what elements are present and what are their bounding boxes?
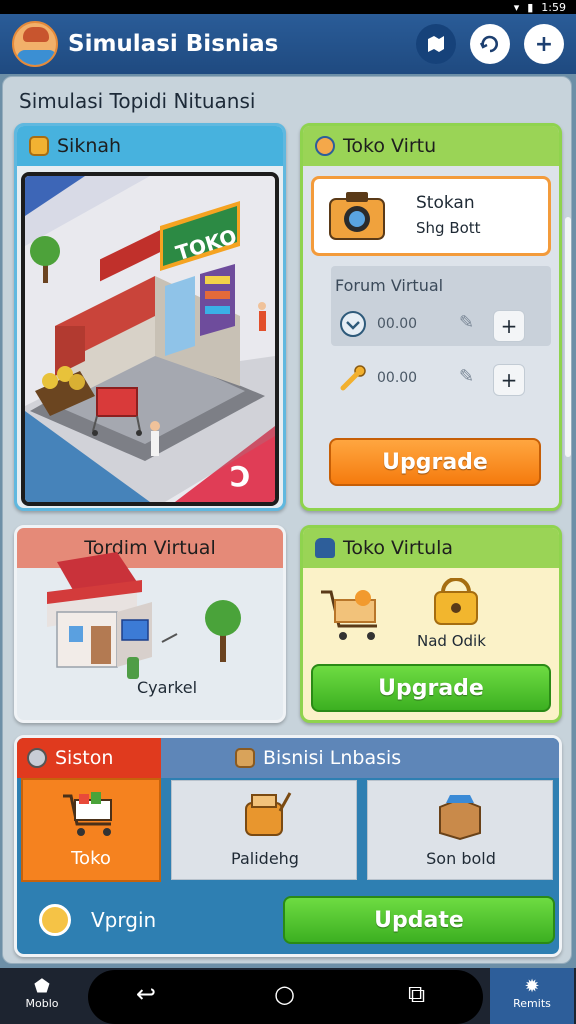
card-toko-virtula[interactable]: Toko Virtula Nad Odik Upgrade xyxy=(300,525,562,723)
shop-illustration xyxy=(47,552,241,679)
card-siknah[interactable]: Siknah TOKO Ↄ xyxy=(14,123,286,511)
svg-text:Ↄ: Ↄ xyxy=(230,460,251,493)
store-scene-illustration: TOKO Ↄ xyxy=(21,172,279,506)
featured-item-line1: Stokan xyxy=(416,193,475,213)
status-bar: ▾ ▮ 1:59 xyxy=(0,0,576,14)
forum-subtitle: Forum Virtual xyxy=(335,276,444,295)
add-button[interactable]: + xyxy=(524,24,564,64)
main-content: Simulasi Topidi Nituansi Siknah TOKO Ↄ T… xyxy=(0,74,576,968)
tile-palidehg-label: Palidehg xyxy=(231,849,299,868)
avatar-icon xyxy=(315,136,335,156)
plus-icon: + xyxy=(534,31,554,57)
pencil-icon: ✎ xyxy=(459,366,475,387)
card-toko-virtula-caption: Nad Odik xyxy=(417,632,486,650)
key-icon xyxy=(340,365,366,391)
nav-home[interactable]: ⬟ Moblo xyxy=(0,968,84,1024)
stat-row-2-plus-button[interactable]: + xyxy=(493,364,525,396)
card-tordim-virtual[interactable]: Tordim Virtual Cyarkel xyxy=(14,525,286,723)
section-title: Simulasi Topidi Nituansi xyxy=(19,89,256,113)
status-time: 1:59 xyxy=(541,0,566,14)
stat-row-1-plus-button[interactable]: + xyxy=(493,310,525,342)
card-siknah-title: Siknah xyxy=(57,135,122,157)
card-toko-virtula-title: Toko Virtula xyxy=(343,537,454,559)
upgrade-button-toko-virtu[interactable]: Upgrade xyxy=(329,438,541,486)
card-siknah-header: Siknah xyxy=(17,126,283,166)
footer-label: Vprgin xyxy=(91,908,157,932)
tile-palidehg[interactable]: Palidehg xyxy=(171,780,357,880)
card-tordim-caption: Cyarkel xyxy=(137,678,198,697)
app-bar: Simulasi Bisnias + xyxy=(0,14,576,74)
featured-item-line2: Shg Bott xyxy=(416,219,481,237)
home-circle-icon[interactable]: ○ xyxy=(274,980,295,1008)
refresh-button[interactable] xyxy=(470,24,510,64)
tile-toko[interactable]: Toko xyxy=(21,778,161,882)
timer-icon xyxy=(39,904,71,936)
card-bisnis: Siston Bisnisi Lnbasis Toko Palidehg Son… xyxy=(14,735,562,957)
bag-icon xyxy=(245,792,292,836)
card-toko-virtu-header: Toko Virtu xyxy=(303,126,559,166)
tile-son-bold[interactable]: Son bold xyxy=(367,780,553,880)
card-toko-virtula-header: Toko Virtula xyxy=(303,528,559,568)
nav-home-label: Moblo xyxy=(25,997,59,1010)
featured-item-box[interactable]: Stokan Shg Bott xyxy=(311,176,551,256)
app-title: Simulasi Bisnias xyxy=(68,31,279,57)
tile-toko-label: Toko xyxy=(71,848,111,869)
refresh-icon xyxy=(479,35,498,53)
pencil-icon: ✎ xyxy=(459,312,475,333)
back-icon[interactable]: ↩ xyxy=(136,980,156,1008)
tile-son-bold-label: Son bold xyxy=(426,849,496,868)
map-button[interactable] xyxy=(416,24,456,64)
app-logo xyxy=(12,21,58,67)
user-icon xyxy=(27,748,47,768)
nav-bar: ⬟ Moblo ↩ ○ ⧉ ✹ Remits xyxy=(0,968,576,1024)
coin-icon xyxy=(29,136,49,156)
camera-icon xyxy=(329,192,385,240)
box-icon xyxy=(235,748,255,768)
tab-siston[interactable]: Siston xyxy=(17,738,161,778)
settings-icon: ✹ xyxy=(524,976,540,997)
package-icon xyxy=(439,795,481,841)
recents-icon[interactable]: ⧉ xyxy=(408,980,425,1008)
lock-icon xyxy=(434,578,478,625)
stat-row-2-value: 00.00 xyxy=(377,370,418,386)
nav-remits-label: Remits xyxy=(513,997,551,1010)
card-toko-virtu[interactable]: Toko Virtu Stokan Shg Bott Forum Virtual… xyxy=(300,123,562,511)
update-button[interactable]: Update xyxy=(283,896,555,944)
content-frame: Simulasi Topidi Nituansi Siknah TOKO Ↄ T… xyxy=(2,76,572,964)
scrollbar[interactable] xyxy=(565,217,571,457)
system-nav-pill: ↩ ○ ⧉ xyxy=(88,970,483,1024)
tab-siston-label: Siston xyxy=(55,747,114,769)
cart-icon xyxy=(321,590,377,640)
home-icon: ⬟ xyxy=(34,976,50,997)
bottle-icon xyxy=(315,538,335,558)
card-toko-virtu-title: Toko Virtu xyxy=(343,135,437,157)
shopping-cart-icon xyxy=(63,792,112,836)
check-icon xyxy=(340,311,366,337)
bisnis-header: Siston Bisnisi Lnbasis xyxy=(17,738,559,778)
wifi-icon: ▾ xyxy=(513,0,520,14)
battery-icon: ▮ xyxy=(527,0,534,14)
upgrade-button-toko-virtula[interactable]: Upgrade xyxy=(311,664,551,712)
bisnis-footer: Vprgin Update xyxy=(21,892,555,948)
nav-remits[interactable]: ✹ Remits xyxy=(490,968,574,1024)
stat-row-1-value: 00.00 xyxy=(377,316,418,332)
bisnis-header-title-group: Bisnisi Lnbasis xyxy=(235,738,401,778)
map-icon xyxy=(428,36,444,52)
bisnis-header-title: Bisnisi Lnbasis xyxy=(263,747,402,769)
